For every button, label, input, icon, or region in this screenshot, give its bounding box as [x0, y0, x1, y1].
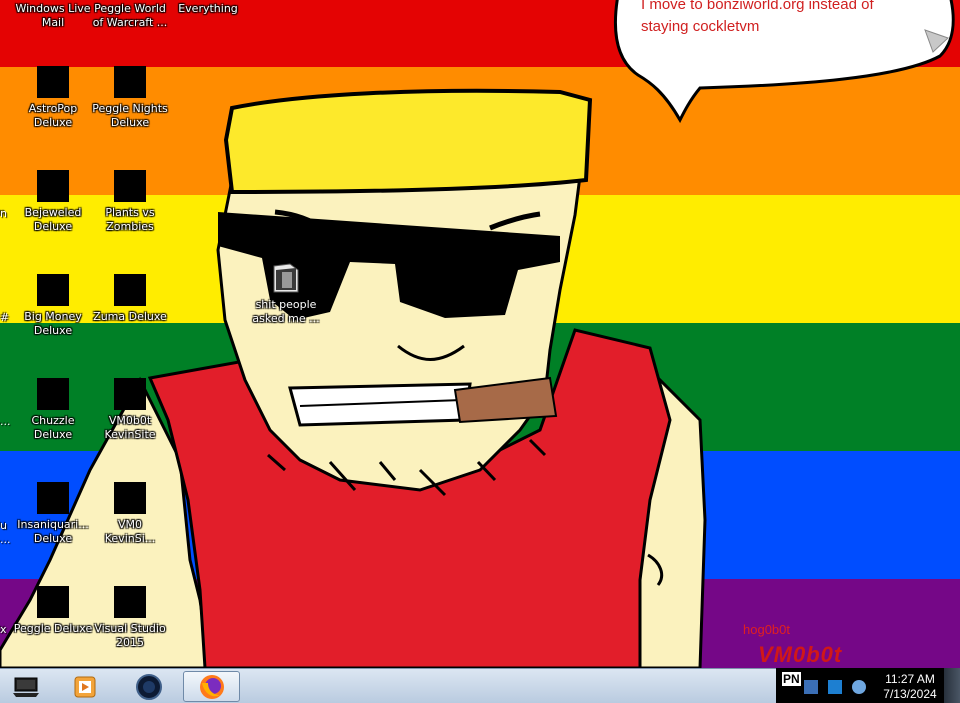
volume-icon[interactable] — [852, 680, 866, 694]
desktop-icon-label: AstroPop Deluxe — [28, 102, 78, 129]
edge-icon-label[interactable]: u ... — [0, 519, 11, 547]
firefox-icon — [199, 674, 224, 699]
insaniquarium-icon — [37, 482, 69, 514]
chuzzle-icon — [37, 378, 69, 410]
desktop-icon-peggle-nights[interactable]: Peggle Nights Deluxe — [90, 66, 170, 130]
network-icon[interactable] — [804, 680, 818, 694]
visual-studio-icon — [114, 586, 146, 618]
desktop-icon-bejeweled[interactable]: Bejeweled Deluxe — [13, 170, 93, 234]
desktop-icon-label: Peggle World of Warcraft ... — [92, 2, 168, 29]
edge-icon-label[interactable]: # — [0, 311, 9, 325]
big-money-icon — [37, 274, 69, 306]
desktop-icon-label: Insaniquari... Deluxe — [17, 518, 89, 545]
desktop-icon-label: VM0 KevinSi... — [104, 518, 156, 545]
desktop-icon-label: Plants vs Zombies — [105, 206, 155, 233]
desktop-icon-label: Big Money Deluxe — [24, 310, 82, 337]
desktop-icon-label: shit people asked me ... — [252, 298, 320, 325]
desktop-icon-visual-studio[interactable]: Visual Studio 2015 — [90, 586, 170, 650]
desktop-icon-big-money[interactable]: Big Money Deluxe — [13, 274, 93, 338]
desktop-icon-label: Peggle Deluxe — [13, 622, 93, 635]
desktop-icon-everything[interactable]: Everything — [168, 0, 248, 16]
desktop-icon-vm0-kevinsite[interactable]: VM0 KevinSi... — [90, 482, 170, 546]
desktop: I move to bonziworld.org instead of stay… — [0, 0, 960, 668]
edge-icon-label[interactable]: ... — [0, 415, 11, 429]
vm-signature: VM0b0t — [758, 642, 843, 667]
desktop-icon-label: Peggle Nights Deluxe — [92, 102, 168, 129]
desktop-icon-plants-vs-zombies[interactable]: Plants vs Zombies — [90, 170, 170, 234]
clock[interactable]: 11:27 AM 7/13/2024 — [876, 672, 944, 702]
desktop-icon-label: Visual Studio 2015 — [94, 622, 166, 649]
taskbar-button-firefox[interactable] — [183, 671, 240, 702]
taskbar-button-media-player[interactable] — [59, 671, 111, 702]
desktop-icon-astropop[interactable]: AstroPop Deluxe — [13, 66, 93, 130]
kevinsite-icon — [114, 378, 146, 410]
desktop-icon-label: Bejeweled Deluxe — [24, 206, 82, 233]
desktop-icon-label: Chuzzle Deluxe — [31, 414, 75, 441]
language-indicator[interactable]: PN — [782, 672, 801, 686]
computer-icon — [13, 677, 39, 697]
desktop-icon-vm0b0t-kevinsite[interactable]: VM0b0t KevinSite — [90, 378, 170, 442]
desktop-icon-label: Zuma Deluxe — [93, 310, 167, 323]
peggle-deluxe-icon — [37, 586, 69, 618]
yellow-hair — [223, 88, 593, 195]
desktop-icon-windows-live-mail[interactable]: Windows Live Mail — [13, 0, 93, 30]
kevinsite-2-icon — [114, 482, 146, 514]
show-desktop-button[interactable] — [944, 668, 960, 703]
desktop-icon-label: Windows Live Mail — [15, 2, 91, 29]
astropop-icon — [37, 66, 69, 98]
zuma-icon — [114, 274, 146, 306]
action-center-icon[interactable] — [828, 680, 842, 694]
bejeweled-icon — [37, 170, 69, 202]
folder-icon — [270, 262, 302, 294]
desktop-icon-insaniquarium[interactable]: Insaniquari... Deluxe — [13, 482, 93, 546]
taskbar-button-internet[interactable] — [123, 671, 175, 702]
desktop-icon-peggle-deluxe[interactable]: Peggle Deluxe — [13, 586, 93, 636]
plants-vs-zombies-icon — [114, 170, 146, 202]
desktop-icon-chuzzle[interactable]: Chuzzle Deluxe — [13, 378, 93, 442]
media-player-icon — [74, 676, 96, 697]
internet-icon — [136, 673, 162, 700]
desktop-icon-label: Everything — [178, 2, 238, 15]
edge-icon-label[interactable]: x — [0, 623, 7, 637]
clock-time: 11:27 AM — [885, 672, 935, 686]
speech-bubble-text: I move to bonziworld.org instead of stay… — [641, 0, 874, 35]
edge-icon-label[interactable]: n — [0, 207, 7, 221]
peggle-nights-icon — [114, 66, 146, 98]
artist-signature: hog0b0t — [743, 622, 790, 637]
desktop-icon-shit-people-folder[interactable]: shit people asked me ... — [246, 262, 326, 326]
clock-date: 7/13/2024 — [883, 687, 937, 701]
desktop-icon-peggle-wow[interactable]: Peggle World of Warcraft ... — [90, 0, 170, 30]
taskbar-button-computer[interactable] — [0, 671, 52, 702]
desktop-icon-zuma[interactable]: Zuma Deluxe — [90, 274, 170, 324]
desktop-icon-label: VM0b0t KevinSite — [104, 414, 156, 441]
